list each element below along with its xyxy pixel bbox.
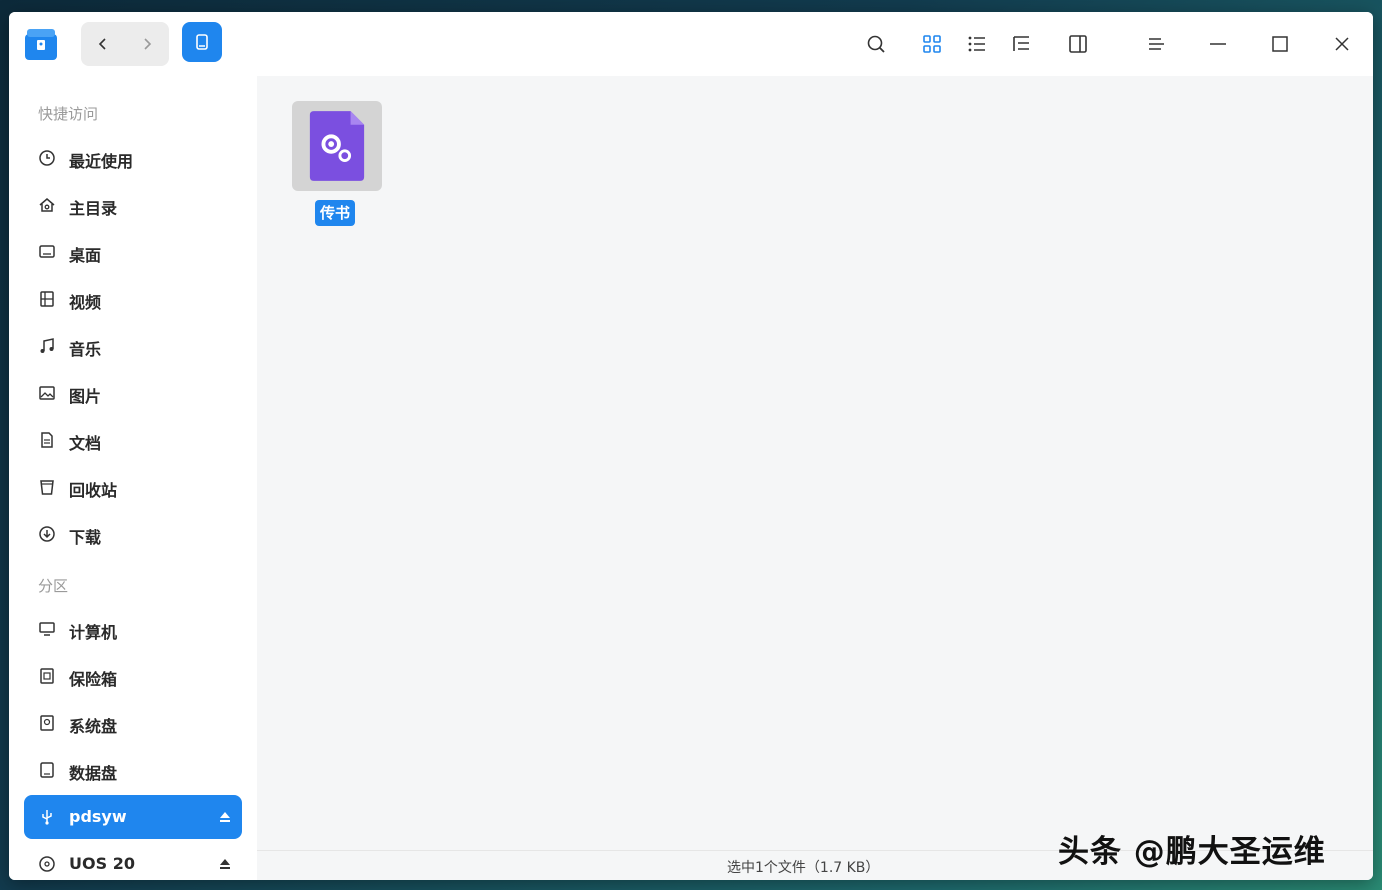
sidebar-item-pdsyw[interactable]: pdsyw — [24, 795, 242, 839]
file-thumbnail — [292, 101, 382, 191]
watermark-text: 头条 @鹏大圣运维 — [1058, 834, 1326, 870]
detail-panel-icon — [1069, 35, 1087, 53]
usb-icon — [37, 807, 57, 827]
menu-icon — [1149, 38, 1164, 50]
system-disk-icon — [37, 713, 57, 733]
disc-icon — [37, 854, 57, 874]
app-logo — [23, 26, 59, 62]
sidebar: 快捷访问 最近使用 主目录 桌面 视频 音乐 图片 文档 回收站 下载 分区 计… — [9, 76, 257, 880]
sidebar-item-label: 计算机 — [69, 623, 118, 642]
home-icon — [37, 195, 57, 215]
tree-view-icon — [1013, 36, 1029, 51]
device-button[interactable] — [182, 22, 222, 62]
back-button[interactable] — [81, 22, 125, 66]
close-icon — [1335, 37, 1349, 51]
forward-icon — [144, 38, 152, 50]
selection-status: 选中1个文件（1.7 KB） — [727, 860, 880, 876]
sidebar-item-label: 视频 — [69, 293, 102, 312]
sidebar-item-label: UOS 20 — [69, 854, 135, 873]
search-button[interactable] — [864, 32, 888, 56]
main-menu-button[interactable] — [1144, 32, 1168, 56]
clock-icon — [37, 148, 57, 168]
minimize-button[interactable] — [1206, 32, 1230, 56]
sidebar-item-downloads[interactable]: 下载 — [24, 512, 242, 556]
close-button[interactable] — [1330, 32, 1354, 56]
sidebar-item-pictures[interactable]: 图片 — [24, 371, 242, 415]
document-icon — [37, 430, 57, 450]
quick-access-title: 快捷访问 — [38, 105, 99, 123]
file-view[interactable]: 传书 — [257, 76, 1373, 850]
sidebar-item-desktop[interactable]: 桌面 — [24, 230, 242, 274]
sidebar-item-label: 保险箱 — [69, 670, 118, 689]
detail-panel-button[interactable] — [1066, 32, 1090, 56]
eject-icon[interactable] — [218, 856, 232, 870]
settings-file-icon — [309, 111, 365, 181]
partitions-title: 分区 — [38, 577, 69, 595]
maximize-icon — [1272, 36, 1288, 52]
file-name-label: 传书 — [315, 200, 356, 226]
sidebar-item-label: 数据盘 — [69, 764, 118, 783]
search-icon — [867, 35, 885, 53]
data-disk-icon — [37, 760, 57, 780]
sidebar-item-label: 文档 — [69, 434, 102, 453]
minimize-icon — [1210, 43, 1226, 45]
sidebar-item-videos[interactable]: 视频 — [24, 277, 242, 321]
file-item[interactable]: 传书 — [292, 101, 382, 231]
sidebar-item-music[interactable]: 音乐 — [24, 324, 242, 368]
sidebar-item-label: 最近使用 — [69, 152, 134, 171]
forward-button[interactable] — [125, 22, 169, 66]
trash-icon — [37, 477, 57, 497]
sidebar-item-data-disk[interactable]: 数据盘 — [24, 748, 242, 792]
device-icon — [196, 34, 208, 50]
computer-icon — [37, 619, 57, 639]
sidebar-item-recent[interactable]: 最近使用 — [24, 136, 242, 180]
sidebar-item-computer[interactable]: 计算机 — [24, 607, 242, 651]
list-view-icon — [968, 36, 985, 52]
music-icon — [37, 336, 57, 356]
title-bar — [9, 12, 1373, 76]
sidebar-item-vault[interactable]: 保险箱 — [24, 654, 242, 698]
sidebar-item-documents[interactable]: 文档 — [24, 418, 242, 462]
sidebar-item-system-disk[interactable]: 系统盘 — [24, 701, 242, 745]
sidebar-item-label: 主目录 — [69, 199, 118, 218]
picture-icon — [37, 383, 57, 403]
navigation-buttons — [81, 22, 169, 66]
sidebar-item-label: 下载 — [69, 528, 102, 547]
download-icon — [37, 524, 57, 544]
sidebar-item-label: 系统盘 — [69, 717, 118, 736]
video-icon — [37, 289, 57, 309]
eject-icon[interactable] — [218, 809, 232, 823]
sidebar-item-trash[interactable]: 回收站 — [24, 465, 242, 509]
file-manager-window: 快捷访问 最近使用 主目录 桌面 视频 音乐 图片 文档 回收站 下载 分区 计… — [9, 12, 1373, 880]
icon-view-button[interactable] — [920, 32, 944, 56]
sidebar-item-label: 图片 — [69, 387, 102, 406]
back-icon — [98, 38, 106, 50]
sidebar-item-label: 回收站 — [69, 481, 118, 500]
sidebar-item-uos20[interactable]: UOS 20 — [24, 842, 242, 880]
icon-view-icon — [923, 35, 941, 53]
sidebar-item-label: 音乐 — [69, 340, 102, 359]
desktop-icon — [37, 242, 57, 262]
maximize-button[interactable] — [1268, 32, 1292, 56]
sidebar-item-home[interactable]: 主目录 — [24, 183, 242, 227]
sidebar-item-label: pdsyw — [69, 807, 127, 826]
sidebar-item-label: 桌面 — [69, 246, 102, 265]
tree-view-button[interactable] — [1009, 32, 1033, 56]
vault-icon — [37, 666, 57, 686]
list-view-button[interactable] — [965, 32, 989, 56]
